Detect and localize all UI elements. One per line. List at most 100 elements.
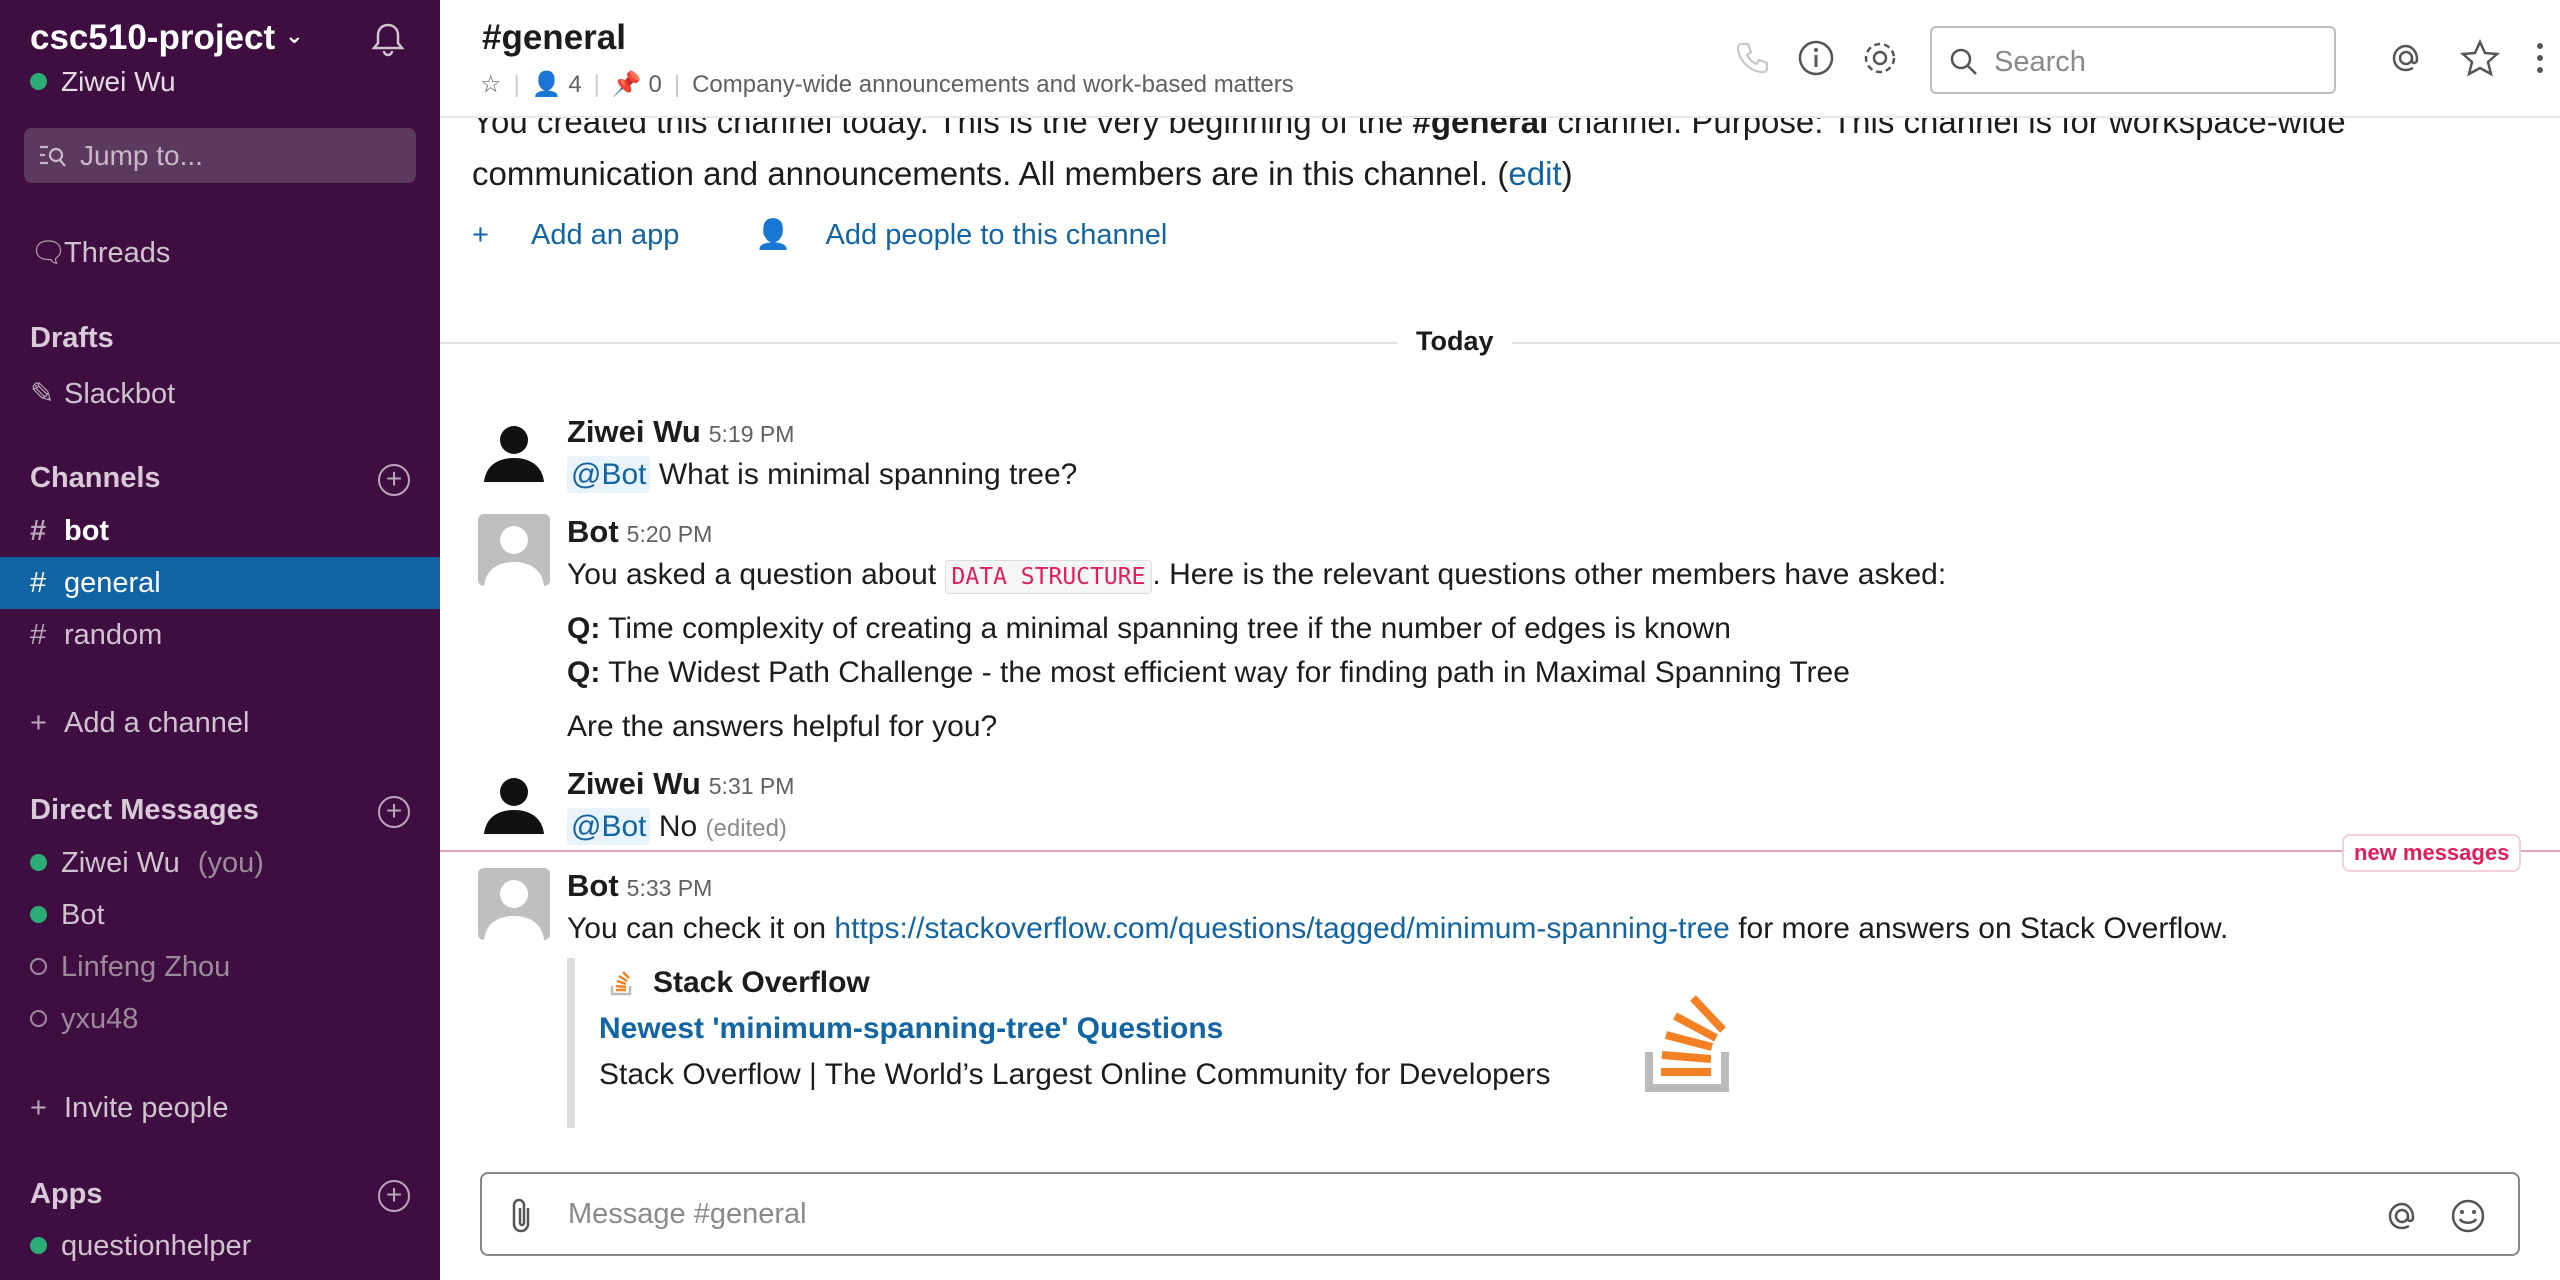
sidebar-item-app-questionhelper[interactable]: questionhelper (0, 1220, 440, 1272)
sidebar-item-label: Threads (64, 237, 171, 269)
sidebar-item-bot[interactable]: # bot (0, 505, 440, 557)
emoji-icon[interactable] (2448, 1196, 2488, 1236)
members-button[interactable]: 👤 4 (532, 71, 582, 98)
sidebar-item-label: Bot (61, 899, 105, 931)
sidebar-item-label: general (64, 567, 161, 599)
sidebar-item-dm-bot[interactable]: Bot (0, 889, 440, 941)
sidebar-item-label: questionhelper (61, 1230, 252, 1262)
message-header: Ziwei Wu 5:31 PM (567, 766, 794, 802)
avatar[interactable] (478, 766, 550, 838)
timestamp[interactable]: 5:20 PM (627, 521, 713, 547)
message-pane: You created this channel today. This is … (440, 103, 2560, 1280)
mention[interactable]: @Bot (567, 456, 651, 493)
sidebar-item-slackbot[interactable]: ✎ Slackbot (0, 366, 440, 418)
add-people-button[interactable]: 👤 Add people to this channel (755, 219, 1201, 251)
author-name[interactable]: Bot (567, 868, 619, 903)
avatar[interactable] (478, 514, 550, 586)
edited-label: (edited) (705, 815, 787, 842)
question-prefix: Q: (567, 612, 601, 645)
add-app-label: Add an app (531, 219, 680, 251)
message-text: No (658, 810, 698, 843)
inline-code: DATA STRUCTURE (944, 560, 1153, 594)
message-text: You asked a question about (567, 558, 945, 591)
phone-icon[interactable] (1732, 38, 1772, 78)
workspace-menu[interactable]: csc510-project ⌄ (30, 18, 304, 58)
search-input[interactable]: Search (1930, 26, 2336, 94)
info-icon[interactable] (1796, 38, 1836, 78)
sidebar-item-dm-yxu48[interactable]: yxu48 (0, 993, 440, 1045)
channel-purpose: Company-wide announcements and work-base… (692, 71, 1294, 98)
star-channel-icon[interactable]: ☆ (480, 71, 502, 98)
intro-actions: + Add an app 👤 Add people to this channel (472, 218, 1235, 252)
sidebar-item-random[interactable]: # random (0, 609, 440, 661)
mention-icon[interactable] (2382, 1196, 2422, 1236)
workspace-name: csc510-project (30, 18, 276, 57)
sidebar-item-dm-linfeng[interactable]: Linfeng Zhou (0, 941, 440, 993)
plus-icon: + (30, 1092, 47, 1124)
add-dm-icon[interactable]: + (378, 796, 410, 828)
preview-title-link[interactable]: Newest 'minimum-spanning-tree' Questions (599, 1012, 1223, 1046)
sidebar-item-label: Invite people (64, 1092, 229, 1124)
more-vertical-icon[interactable] (2520, 38, 2560, 78)
timestamp[interactable]: 5:19 PM (709, 421, 795, 447)
attachment-icon[interactable] (506, 1196, 536, 1236)
star-icon[interactable] (2460, 38, 2500, 78)
hash-icon: # (30, 619, 47, 651)
channel-header: #general ☆ | 👤 4 | 📌 0 | Company-wide announce… (440, 0, 2560, 118)
edit-purpose-link[interactable]: edit (1508, 155, 1561, 192)
sidebar-item-dm-ziwei[interactable]: Ziwei Wu (you) (0, 837, 440, 889)
sidebar-item-label: random (64, 619, 163, 651)
question-text: The Widest Path Challenge - the most eff… (608, 656, 1850, 689)
hash-icon: # (30, 567, 47, 599)
apps-heading[interactable]: Apps (30, 1178, 103, 1211)
timestamp[interactable]: 5:31 PM (709, 773, 795, 799)
add-channel-button[interactable]: + Add a channel (0, 697, 440, 749)
sidebar-item-label: bot (64, 515, 110, 547)
add-people-label: Add people to this channel (825, 219, 1168, 251)
bell-icon[interactable] (368, 20, 408, 60)
author-name[interactable]: Bot (567, 514, 619, 549)
timestamp[interactable]: 5:33 PM (627, 875, 713, 901)
add-app-button[interactable]: + Add an app (472, 219, 713, 251)
stackoverflow-logo-icon[interactable] (1645, 992, 1729, 1092)
pin-count: 0 (648, 71, 662, 98)
sidebar-item-threads[interactable]: 🗨Threads (0, 226, 440, 278)
message-composer[interactable]: Message #general (480, 1172, 2520, 1256)
message-text: What is minimal spanning tree? (658, 458, 1078, 491)
message-text: Are the answers helpful for you? (567, 710, 998, 743)
gear-icon[interactable] (1860, 38, 1900, 78)
threads-icon: 🗨 (30, 237, 67, 269)
message-text: . Here is the relevant questions other m… (1152, 558, 1947, 591)
direct-messages-heading[interactable]: Direct Messages (30, 794, 259, 827)
preview-source: Stack Overflow (653, 966, 870, 999)
plus-icon: + (30, 707, 47, 739)
add-app-icon[interactable]: + (378, 1180, 410, 1212)
search-icon (1950, 48, 1977, 75)
add-channel-icon[interactable]: + (378, 464, 410, 496)
sidebar-item-label: yxu48 (61, 1003, 139, 1035)
day-divider-label[interactable]: Today (1398, 326, 1512, 357)
presence-away-icon (30, 958, 47, 975)
author-name[interactable]: Ziwei Wu (567, 766, 701, 801)
question-text: Time complexity of creating a minimal sp… (608, 612, 1731, 645)
current-user[interactable]: Ziwei Wu (30, 66, 176, 98)
avatar[interactable] (478, 868, 550, 940)
channels-heading[interactable]: Channels (30, 462, 161, 495)
invite-people-button[interactable]: + Invite people (0, 1082, 440, 1134)
author-name[interactable]: Ziwei Wu (567, 414, 701, 449)
channel-title[interactable]: #general (482, 18, 626, 58)
drafts-heading[interactable]: Drafts (30, 322, 114, 355)
avatar[interactable] (478, 414, 550, 486)
pins-button[interactable]: 📌 0 (612, 71, 662, 98)
sidebar-item-general[interactable]: # general (0, 557, 440, 609)
mentions-icon[interactable] (2386, 38, 2426, 78)
message-body: You can check it on https://stackoverflo… (567, 912, 2228, 946)
sidebar-item-label: Slackbot (64, 378, 176, 410)
stackoverflow-link[interactable]: https://stackoverflow.com/questions/tagg… (834, 912, 1729, 945)
jump-to-input[interactable]: Jump to... (24, 128, 416, 183)
person-icon: 👤 (755, 219, 792, 251)
mention[interactable]: @Bot (567, 808, 651, 845)
composer-placeholder: Message #general (568, 1198, 807, 1230)
member-count: 4 (568, 71, 582, 98)
new-messages-badge[interactable]: new messages (2342, 834, 2522, 872)
